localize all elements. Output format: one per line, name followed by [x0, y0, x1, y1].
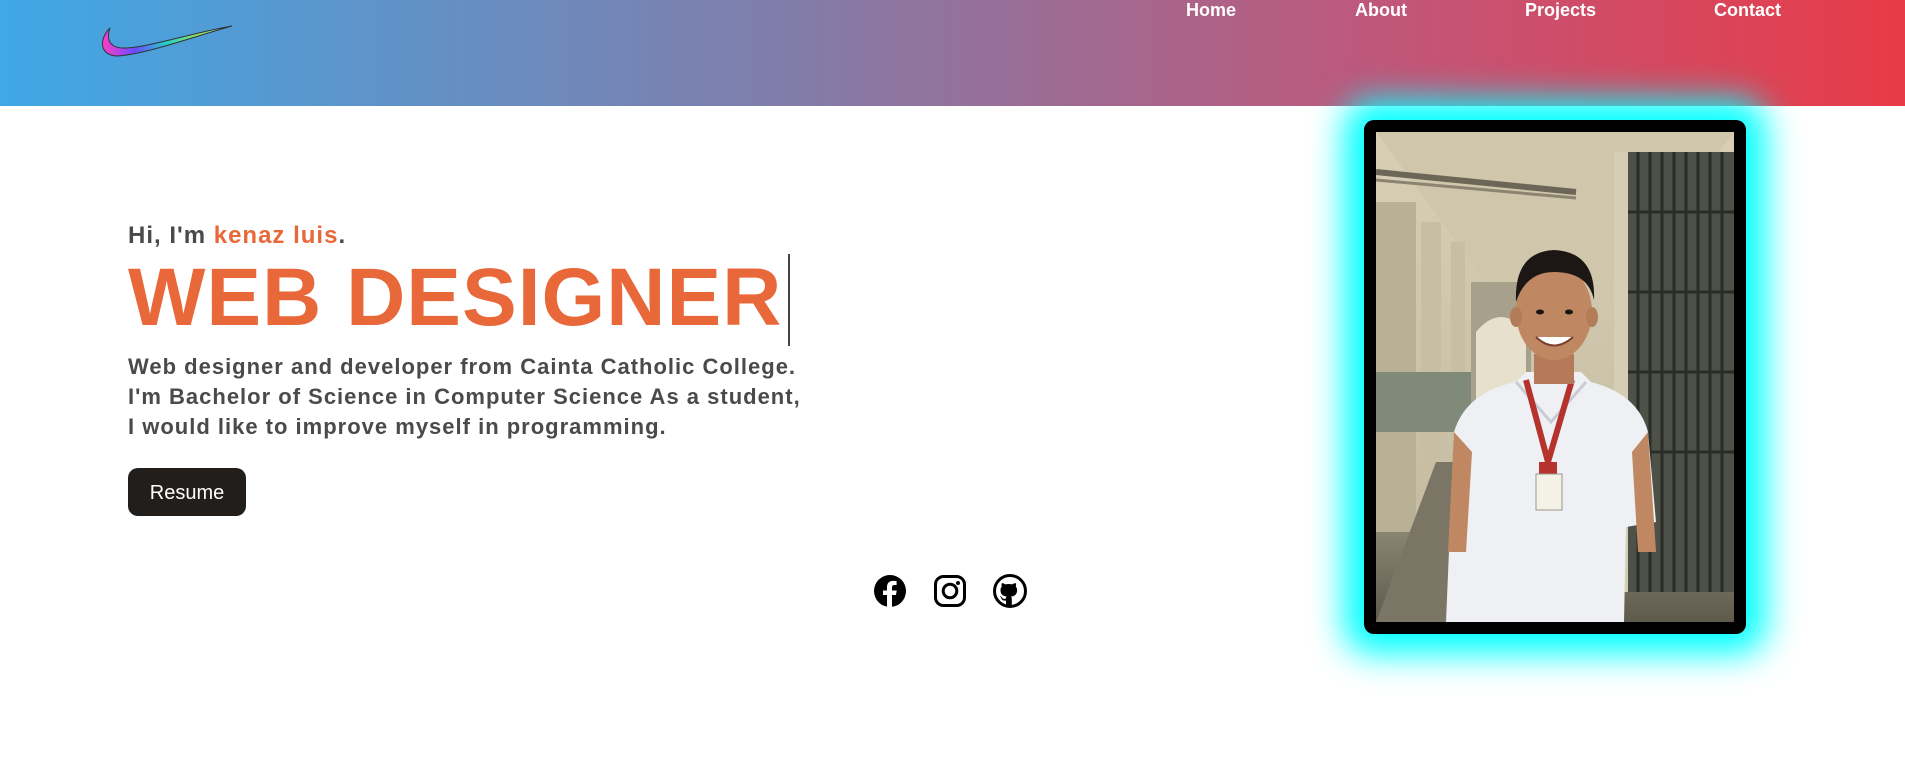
- site-header: Home About Projects Contact: [0, 0, 1905, 106]
- bio-line: Web designer and developer from Cainta C…: [128, 354, 797, 379]
- profile-photo-frame: [1364, 120, 1746, 634]
- nav-home-link[interactable]: Home: [1186, 0, 1236, 20]
- profile-photo-illustration: [1376, 132, 1734, 622]
- typing-cursor: [788, 254, 791, 346]
- nav-projects-link[interactable]: Projects: [1525, 0, 1596, 20]
- resume-button[interactable]: Resume: [128, 468, 246, 516]
- owner-name: kenaz luis: [213, 222, 339, 249]
- logo-swoosh-icon[interactable]: [96, 18, 236, 68]
- main-nav: Home About Projects Contact: [1150, 0, 1830, 20]
- greeting: Hi, I'm kenaz luis.: [128, 220, 888, 252]
- nav-about-link[interactable]: About: [1355, 0, 1407, 20]
- facebook-icon[interactable]: [873, 574, 907, 608]
- bio-text: Web designer and developer from Cainta C…: [128, 352, 888, 442]
- profile-photo: [1376, 132, 1734, 622]
- github-icon[interactable]: [993, 574, 1027, 608]
- bio-line: I would like to improve myself in progra…: [128, 414, 667, 439]
- greeting-prefix: Hi, I'm: [128, 222, 214, 249]
- role-line: WEB DESIGNER: [128, 254, 888, 346]
- instagram-icon[interactable]: [933, 574, 967, 608]
- social-links: [873, 574, 1033, 610]
- nav-contact-link[interactable]: Contact: [1714, 0, 1781, 20]
- hero-section: Hi, I'm kenaz luis. WEB DESIGNER Web des…: [128, 220, 888, 442]
- bio-line: I'm Bachelor of Science in Computer Scie…: [128, 384, 801, 409]
- greeting-suffix: .: [338, 222, 347, 249]
- role-title: WEB DESIGNER: [128, 252, 783, 343]
